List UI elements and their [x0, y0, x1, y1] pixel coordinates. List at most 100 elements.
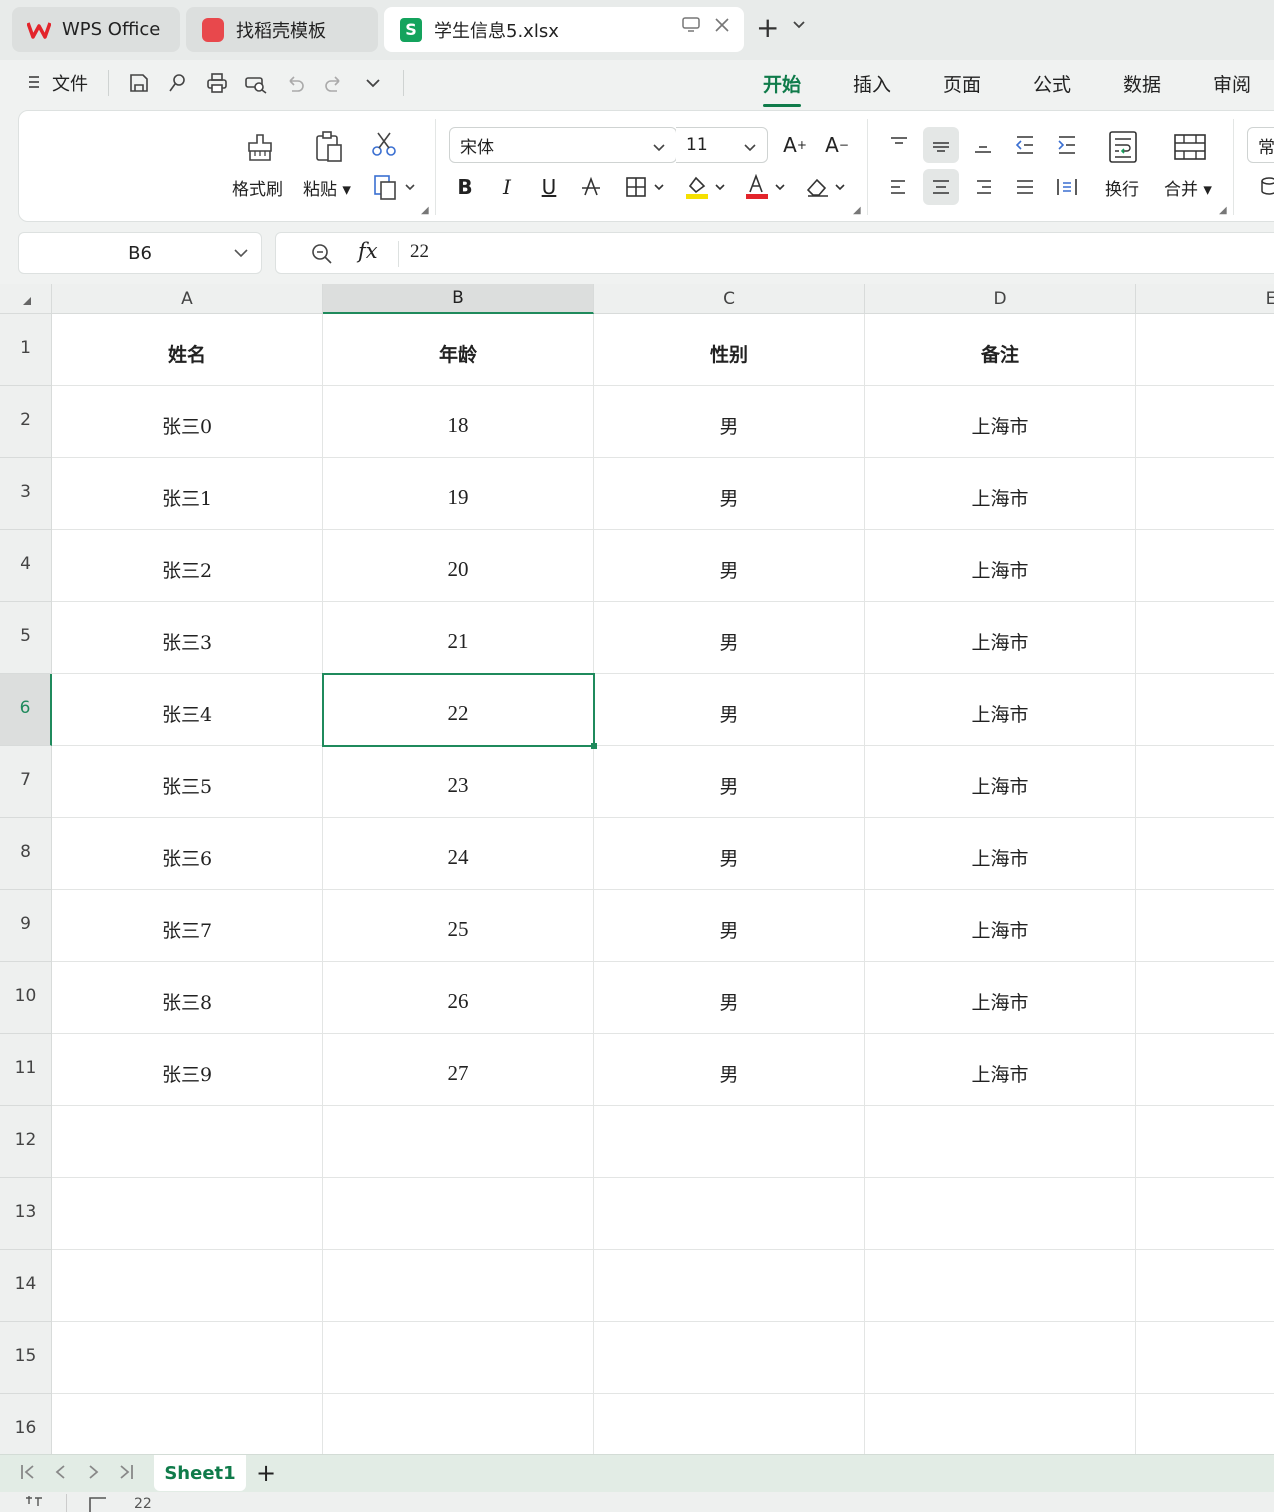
- cell-a11[interactable]: 张三9: [52, 1034, 323, 1106]
- new-tab-plus-icon[interactable]: +: [756, 12, 779, 44]
- cell-b4[interactable]: 20: [323, 530, 594, 602]
- tab-docer-templates[interactable]: 找稻壳模板: [186, 7, 378, 52]
- cell-e6[interactable]: [1136, 674, 1274, 746]
- number-format-currency-icon[interactable]: [1257, 173, 1274, 199]
- cell-a1[interactable]: 姓名: [52, 314, 323, 386]
- cell-e12[interactable]: [1136, 1106, 1274, 1178]
- tab-wps-office[interactable]: WPS Office: [12, 7, 180, 52]
- borders-icon[interactable]: [623, 169, 669, 205]
- cell-d13[interactable]: [865, 1178, 1136, 1250]
- cell-mode-icon[interactable]: [88, 1496, 108, 1512]
- row-header-11[interactable]: 11: [0, 1034, 52, 1106]
- file-menu-button[interactable]: 文件: [28, 70, 88, 96]
- cell-a14[interactable]: [52, 1250, 323, 1322]
- cell-d15[interactable]: [865, 1322, 1136, 1394]
- cell-a8[interactable]: 张三6: [52, 818, 323, 890]
- distributed-align-icon[interactable]: [1049, 169, 1085, 205]
- cell-b10[interactable]: 26: [323, 962, 594, 1034]
- tab-data[interactable]: 数据: [1123, 70, 1161, 97]
- cell-a6[interactable]: 张三4: [52, 674, 323, 746]
- merge-cells-icon[interactable]: [1171, 129, 1209, 165]
- align-top-icon[interactable]: [881, 127, 917, 163]
- tab-insert[interactable]: 插入: [853, 70, 891, 97]
- undo-icon[interactable]: [282, 70, 308, 96]
- cell-e8[interactable]: [1136, 818, 1274, 890]
- cell-c3[interactable]: 男: [594, 458, 865, 530]
- sheet-tab-sheet1[interactable]: Sheet1: [154, 1455, 246, 1491]
- print-preview-icon[interactable]: [243, 70, 269, 96]
- decrease-indent-icon[interactable]: [1007, 127, 1043, 163]
- cell-c6[interactable]: 男: [594, 674, 865, 746]
- row-header-9[interactable]: 9: [0, 890, 52, 962]
- strikethrough-icon[interactable]: [573, 169, 609, 205]
- row-header-12[interactable]: 12: [0, 1106, 52, 1178]
- screen-icon[interactable]: [682, 17, 700, 38]
- cell-a13[interactable]: [52, 1178, 323, 1250]
- cell-b6[interactable]: 22: [323, 674, 594, 746]
- cell-b2[interactable]: 18: [323, 386, 594, 458]
- paste-label[interactable]: 粘贴 ▾: [303, 175, 351, 200]
- more-chevron-icon[interactable]: [360, 70, 386, 96]
- column-header-d[interactable]: D: [865, 284, 1136, 314]
- cell-b5[interactable]: 21: [323, 602, 594, 674]
- font-name-select[interactable]: 宋体: [449, 127, 677, 163]
- cell-b11[interactable]: 27: [323, 1034, 594, 1106]
- cell-a16[interactable]: [52, 1394, 323, 1454]
- cell-c9[interactable]: 男: [594, 890, 865, 962]
- paste-icon[interactable]: [309, 129, 349, 165]
- cell-d12[interactable]: [865, 1106, 1136, 1178]
- wrap-text-label[interactable]: 换行: [1105, 175, 1139, 200]
- cell-e10[interactable]: [1136, 962, 1274, 1034]
- cell-e14[interactable]: [1136, 1250, 1274, 1322]
- cell-b7[interactable]: 23: [323, 746, 594, 818]
- formula-bar[interactable]: fx 22: [275, 232, 1274, 274]
- justify-icon[interactable]: [1007, 169, 1043, 205]
- function-fx-icon[interactable]: fx: [358, 239, 378, 263]
- tab-student-file[interactable]: S 学生信息5.xlsx: [384, 7, 744, 52]
- cell-c12[interactable]: [594, 1106, 865, 1178]
- alignment-launcher-icon[interactable]: ◢: [1219, 205, 1227, 216]
- row-header-13[interactable]: 13: [0, 1178, 52, 1250]
- row-header-2[interactable]: 2: [0, 386, 52, 458]
- row-header-4[interactable]: 4: [0, 530, 52, 602]
- cell-e11[interactable]: [1136, 1034, 1274, 1106]
- cell-d6[interactable]: 上海市: [865, 674, 1136, 746]
- tab-home[interactable]: 开始: [763, 70, 802, 107]
- increase-indent-icon[interactable]: [1049, 127, 1085, 163]
- cell-c11[interactable]: 男: [594, 1034, 865, 1106]
- font-color-icon[interactable]: [743, 169, 791, 205]
- export-pdf-icon[interactable]: [165, 70, 191, 96]
- bold-button[interactable]: B: [447, 169, 483, 205]
- number-format-select[interactable]: 常: [1247, 127, 1274, 163]
- cut-scissors-icon[interactable]: [369, 129, 399, 159]
- cell-a7[interactable]: 张三5: [52, 746, 323, 818]
- italic-button[interactable]: I: [489, 169, 525, 205]
- wrap-text-icon[interactable]: [1105, 129, 1141, 165]
- cell-c4[interactable]: 男: [594, 530, 865, 602]
- cell-b13[interactable]: [323, 1178, 594, 1250]
- cell-d1[interactable]: 备注: [865, 314, 1136, 386]
- merge-cells-label[interactable]: 合并 ▾: [1164, 175, 1212, 200]
- cell-a15[interactable]: [52, 1322, 323, 1394]
- add-sheet-plus-icon[interactable]: +: [256, 1459, 276, 1487]
- cell-c14[interactable]: [594, 1250, 865, 1322]
- name-box[interactable]: B6: [18, 232, 262, 274]
- copy-icon[interactable]: [371, 171, 419, 203]
- font-launcher-icon[interactable]: ◢: [853, 205, 861, 216]
- cell-d2[interactable]: 上海市: [865, 386, 1136, 458]
- cell-c8[interactable]: 男: [594, 818, 865, 890]
- row-header-5[interactable]: 5: [0, 602, 52, 674]
- cell-d7[interactable]: 上海市: [865, 746, 1136, 818]
- cell-a3[interactable]: 张三1: [52, 458, 323, 530]
- tab-formula[interactable]: 公式: [1033, 70, 1071, 97]
- format-painter-icon[interactable]: [241, 129, 279, 165]
- cell-e2[interactable]: [1136, 386, 1274, 458]
- cell-b12[interactable]: [323, 1106, 594, 1178]
- input-method-icon[interactable]: [24, 1494, 44, 1511]
- cell-b1[interactable]: 年龄: [323, 314, 594, 386]
- row-header-6[interactable]: 6: [0, 674, 52, 746]
- prev-sheet-icon[interactable]: [54, 1463, 66, 1486]
- font-size-select[interactable]: 11: [676, 127, 768, 163]
- align-left-icon[interactable]: [881, 169, 917, 205]
- row-header-15[interactable]: 15: [0, 1322, 52, 1394]
